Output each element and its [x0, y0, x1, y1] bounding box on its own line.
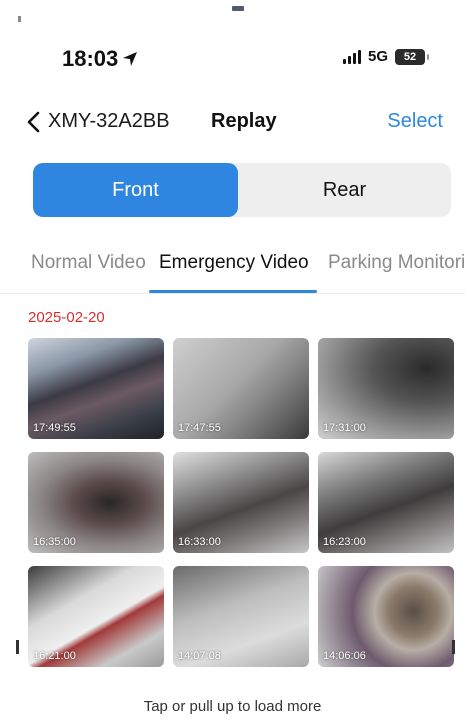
video-thumbnail[interactable]: 16:35:00	[28, 452, 164, 553]
video-time: 16:23:00	[323, 536, 366, 548]
back-chevron-icon[interactable]	[24, 110, 44, 134]
tab-emergency-video[interactable]: Emergency Video	[159, 252, 309, 274]
status-bar: 18:03 5G 52	[0, 0, 465, 100]
location-arrow-icon	[123, 52, 138, 66]
load-more-button[interactable]: Tap or pull up to load more	[0, 698, 465, 715]
video-thumbnail[interactable]: 17:49:55	[28, 338, 164, 439]
page-title: Replay	[211, 110, 277, 132]
camera-segmented-control: Front Rear	[33, 163, 451, 217]
video-time: 14:06:06	[323, 650, 366, 662]
status-indicators: 5G 52	[342, 48, 429, 65]
video-thumbnail[interactable]: 17:31:00	[318, 338, 454, 439]
video-thumbnail[interactable]: 14:06:06	[318, 566, 454, 667]
edge-mark-left	[16, 640, 19, 654]
front-camera-tab[interactable]: Front	[33, 163, 238, 217]
network-label: 5G	[367, 48, 388, 65]
video-thumbnail[interactable]: 16:23:00	[318, 452, 454, 553]
video-time: 14:07:08	[178, 650, 221, 662]
select-button[interactable]: Select	[387, 110, 443, 133]
active-tab-indicator	[149, 290, 317, 293]
video-time: 16:33:00	[178, 536, 221, 548]
video-thumbnail[interactable]: 17:47:55	[173, 338, 309, 439]
corner-mark	[18, 16, 21, 22]
notch-mark	[232, 6, 244, 11]
status-time: 18:03	[62, 46, 138, 72]
tab-normal-video[interactable]: Normal Video	[31, 252, 146, 274]
video-time: 17:47:55	[178, 422, 221, 434]
video-time: 16:35:00	[33, 536, 76, 548]
battery-icon: 52	[395, 48, 429, 65]
video-thumbnail[interactable]: 16:33:00	[173, 452, 309, 553]
signal-icon	[342, 49, 361, 64]
device-name[interactable]: XMY-32A2BB	[48, 110, 170, 133]
edge-mark-right	[452, 640, 455, 654]
video-thumbnail[interactable]: 16:21:00	[28, 566, 164, 667]
tab-parking-monitoring[interactable]: Parking Monitori	[328, 252, 465, 274]
video-type-tabs: Normal Video Emergency Video Parking Mon…	[0, 240, 465, 294]
video-time: 16:21:00	[33, 650, 76, 662]
video-time: 17:49:55	[33, 422, 76, 434]
nav-bar: XMY-32A2BB Replay Select	[0, 100, 465, 144]
video-thumbnail[interactable]: 14:07:08	[173, 566, 309, 667]
date-header: 2025-02-20	[28, 309, 105, 326]
rear-camera-tab[interactable]: Rear	[238, 163, 451, 217]
status-time-text: 18:03	[62, 46, 119, 71]
video-time: 17:31:00	[323, 422, 366, 434]
battery-level: 52	[403, 50, 417, 63]
